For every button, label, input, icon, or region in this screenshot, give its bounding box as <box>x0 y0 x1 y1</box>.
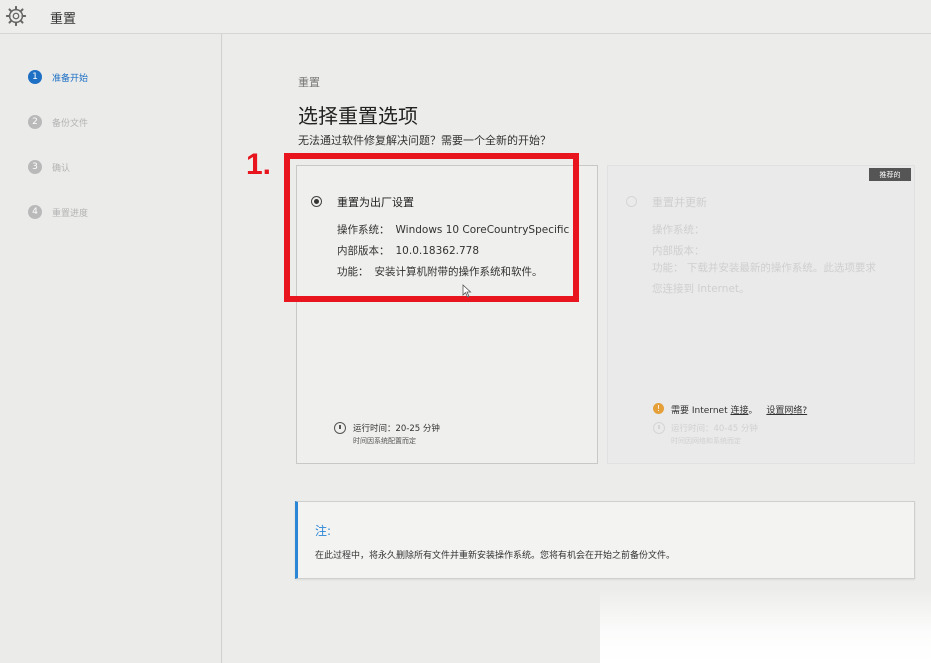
internet-separator: 。 <box>748 406 758 416</box>
runtime-label: 运行时间：40-45 分钟 <box>671 424 758 434</box>
gear-icon <box>5 5 27 27</box>
build-label: 内部版本： <box>652 245 705 257</box>
runtime-note: 时间因系统配置而定 <box>353 437 416 445</box>
mouse-cursor-icon <box>462 284 472 298</box>
main-panel: 重置 选择重置选项 无法通过软件修复解决问题？需要一个全新的开始？ 重置为出厂设… <box>223 34 931 663</box>
option-title: 重置并更新 <box>652 196 707 209</box>
setup-network-link[interactable]: 设置网络? <box>766 406 807 416</box>
step-number: 2 <box>28 115 42 129</box>
note-text: 在此过程中，将永久删除所有文件并重新安装操作系统。您将有机会在开始之前备份文件。 <box>315 551 676 561</box>
step-reset-progress[interactable]: 4 重置进度 <box>28 202 88 222</box>
note-box: 注: 在此过程中，将永久删除所有文件并重新安装操作系统。您将有机会在开始之前备份… <box>295 501 915 579</box>
warning-icon: ! <box>653 403 664 414</box>
internet-prefix: 需要 Internet <box>671 406 731 416</box>
runtime-note: 时间因网络和系统而定 <box>671 437 741 445</box>
page-title: 选择重置选项 <box>298 104 418 128</box>
breadcrumb: 重置 <box>298 76 320 89</box>
option-card-reset-update[interactable]: 重置并更新 操作系统： 内部版本： 功能： 下载并安装最新的操作系统。此选项要求… <box>607 165 915 464</box>
recommended-badge: 推荐的 <box>869 168 911 181</box>
sidebar-steps: 1 准备开始 2 备份文件 3 确认 4 重置进度 <box>0 34 222 663</box>
title-bar: 重置 <box>0 0 931 34</box>
step-label: 重置进度 <box>52 208 89 219</box>
window-title: 重置 <box>50 12 77 27</box>
step-label: 备份文件 <box>52 118 89 129</box>
step-label: 确认 <box>52 163 71 174</box>
step-backup[interactable]: 2 备份文件 <box>28 112 88 132</box>
runtime-label: 运行时间：20-25 分钟 <box>353 424 440 434</box>
step-prepare[interactable]: 1 准备开始 <box>28 67 88 87</box>
step-number: 3 <box>28 160 42 174</box>
step-number-annotation: 1. <box>246 148 272 181</box>
screen-glare <box>600 588 931 663</box>
step-number: 1 <box>28 70 42 84</box>
page-subtitle: 无法通过软件修复解决问题？需要一个全新的开始？ <box>298 134 551 147</box>
internet-requirement: 需要 Internet 连接。 设置网络? <box>671 403 807 416</box>
clock-icon <box>334 422 346 434</box>
reset-update-radio[interactable] <box>626 196 637 207</box>
note-title: 注: <box>315 524 332 538</box>
os-label: 操作系统： <box>652 224 705 236</box>
step-label: 准备开始 <box>52 73 89 84</box>
connection-link[interactable]: 连接 <box>730 406 748 416</box>
step-confirm[interactable]: 3 确认 <box>28 157 70 177</box>
highlight-box <box>284 153 579 302</box>
feature-text: 功能： 下载并安装最新的操作系统。此选项要求您连接到 Internet。 <box>652 262 876 295</box>
clock-icon <box>653 422 665 434</box>
step-number: 4 <box>28 205 42 219</box>
